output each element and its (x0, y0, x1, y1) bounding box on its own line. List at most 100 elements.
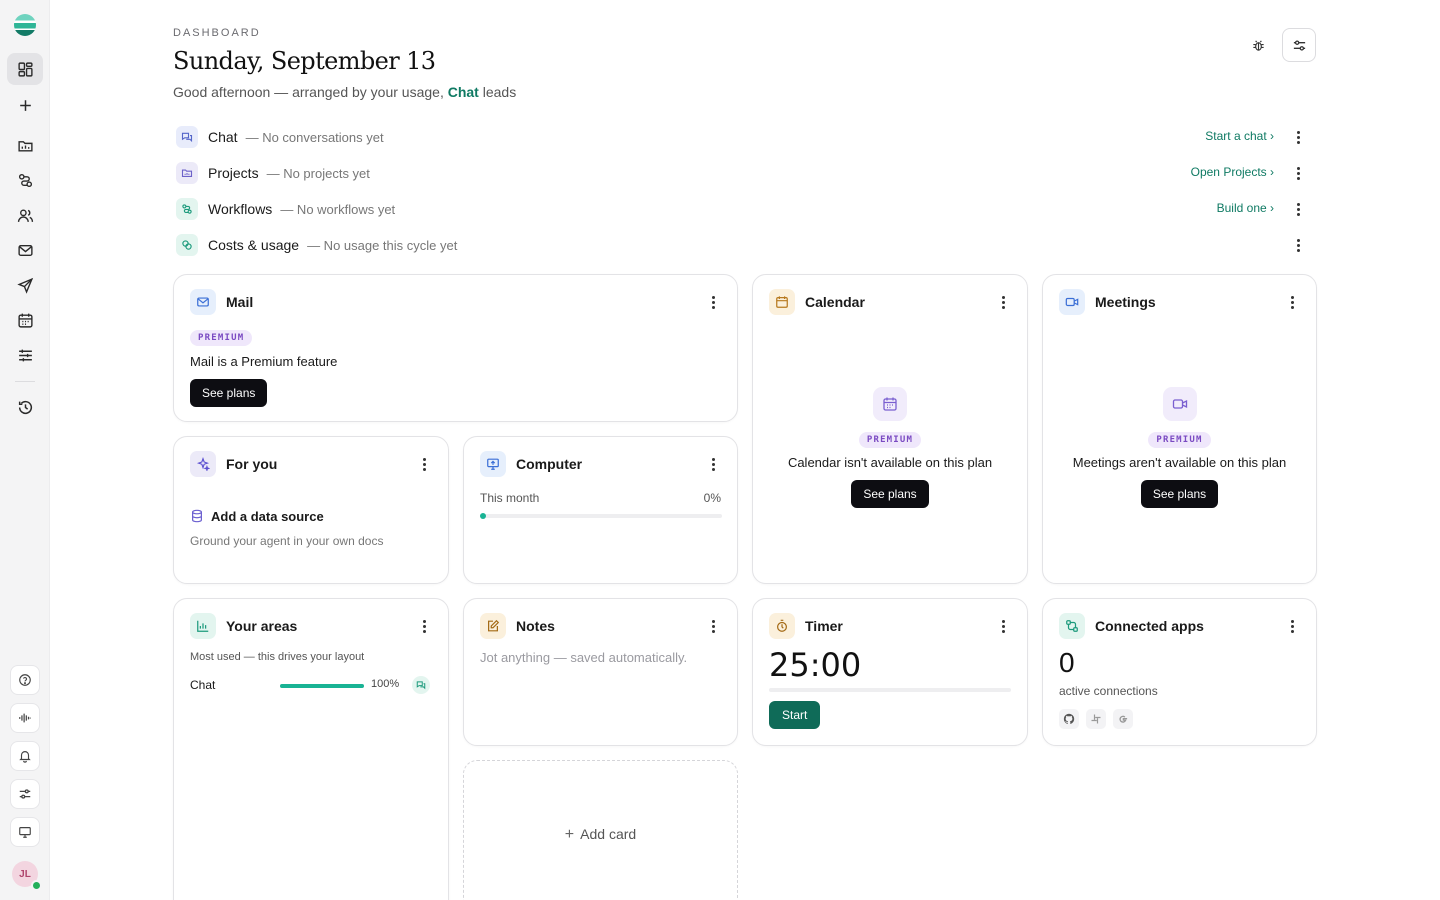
kebab-menu-icon[interactable] (1284, 293, 1300, 311)
connected-apps-card: Connected apps 0 active connections (1042, 598, 1317, 746)
bug-icon[interactable] (1241, 28, 1275, 62)
send-icon[interactable] (7, 269, 43, 301)
connections-icon (1059, 613, 1085, 639)
video-icon (1059, 289, 1085, 315)
calendar-icon[interactable] (7, 304, 43, 336)
kebab-menu-icon[interactable] (995, 293, 1011, 311)
build-workflow-link[interactable]: Build one › (1217, 201, 1274, 215)
customize-icon[interactable] (1282, 28, 1316, 62)
workflow-icon (176, 198, 198, 220)
page-eyebrow: DASHBOARD (173, 27, 261, 39)
premium-badge: PREMIUM (753, 429, 1027, 448)
database-icon (190, 509, 204, 523)
kebab-menu-icon[interactable] (1284, 617, 1300, 635)
card-title: Mail (226, 294, 254, 310)
kebab-menu-icon[interactable] (416, 455, 432, 473)
area-progress-fill (280, 684, 364, 688)
meetings-card: Meetings PREMIUM Meetings aren't availab… (1042, 274, 1317, 584)
coins-icon (176, 234, 198, 256)
history-icon[interactable] (7, 391, 43, 423)
kebab-menu-icon[interactable] (705, 455, 721, 473)
card-title: Computer (516, 456, 583, 472)
kebab-menu-icon[interactable] (1290, 200, 1306, 218)
area-progress-bar (280, 684, 364, 688)
see-plans-button[interactable]: See plans (190, 379, 268, 407)
kebab-menu-icon[interactable] (1290, 236, 1306, 254)
online-status-dot (31, 880, 42, 891)
timer-display: 25:00 (769, 646, 862, 684)
connections-count: 0 (1059, 647, 1075, 678)
workflow-icon[interactable] (7, 164, 43, 196)
mail-icon (190, 289, 216, 315)
google-icon[interactable] (1113, 709, 1133, 729)
slack-icon[interactable] (1086, 709, 1106, 729)
sparkle-icon (190, 451, 216, 477)
open-projects-link[interactable]: Open Projects › (1191, 165, 1274, 179)
meetings-unavailable-text: Meetings aren't available on this plan (1072, 455, 1287, 470)
connections-label: active connections (1059, 684, 1158, 698)
area-percent: 100% (371, 678, 400, 690)
card-title: For you (226, 456, 278, 472)
add-data-source-link[interactable]: Add a data source (211, 509, 324, 524)
sidebar: JL (0, 0, 50, 900)
edit-note-icon (480, 613, 506, 639)
start-chat-link[interactable]: Start a chat › (1205, 129, 1274, 143)
card-title: Notes (516, 618, 555, 634)
monitor-icon[interactable] (10, 817, 40, 847)
card-title: Meetings (1095, 294, 1156, 310)
plus-icon[interactable] (7, 89, 43, 121)
kebab-menu-icon[interactable] (1290, 128, 1306, 146)
users-icon[interactable] (7, 199, 43, 231)
calendar-icon (873, 387, 907, 421)
timer-card: Timer 25:00 Start (752, 598, 1028, 746)
usage-row-workflows[interactable]: Workflows — No workflows yet Build one › (176, 194, 1314, 224)
usage-progress-bar (480, 513, 722, 519)
bar-chart-icon (190, 613, 216, 639)
mail-icon[interactable] (7, 234, 43, 266)
card-title: Timer (805, 618, 843, 634)
notes-card: Notes Jot anything — saved automatically… (463, 598, 738, 746)
calendar-unavailable-text: Calendar isn't available on this plan (787, 455, 993, 470)
areas-description: Most used — this drives your layout (190, 651, 365, 663)
see-plans-button[interactable]: See plans (851, 480, 929, 508)
usage-progress-fill (480, 513, 486, 519)
notes-input[interactable]: Jot anything — saved automatically. (480, 650, 720, 665)
usage-percent: 0% (703, 491, 721, 505)
help-icon[interactable] (10, 665, 40, 695)
bell-icon[interactable] (10, 741, 40, 771)
area-name: Chat (190, 678, 216, 692)
voice-icon[interactable] (10, 703, 40, 733)
premium-badge: PREMIUM (1043, 429, 1316, 448)
dashboard-icon[interactable] (7, 53, 43, 85)
github-icon[interactable] (1059, 709, 1079, 729)
folder-icon[interactable] (7, 129, 43, 161)
start-timer-button[interactable]: Start (769, 701, 821, 729)
data-source-description: Ground your agent in your own docs (190, 534, 384, 548)
your-areas-card: Your areas Most used — this drives your … (173, 598, 449, 900)
chat-icon (176, 126, 198, 148)
app-logo[interactable] (14, 14, 36, 36)
usage-row-projects[interactable]: Projects — No projects yet Open Projects … (176, 158, 1314, 188)
kebab-menu-icon[interactable] (705, 293, 721, 311)
premium-badge: PREMIUM (190, 327, 253, 346)
kebab-menu-icon[interactable] (416, 617, 432, 635)
kebab-menu-icon[interactable] (995, 617, 1011, 635)
kebab-menu-icon[interactable] (1290, 164, 1306, 182)
for-you-card: For you Add a data source Ground your ag… (173, 436, 449, 584)
see-plans-button[interactable]: See plans (1140, 480, 1219, 508)
usage-period-label: This month (480, 491, 540, 505)
plus-icon: + (564, 826, 575, 843)
sliders-icon[interactable] (7, 339, 43, 371)
usage-row-costs[interactable]: Costs & usage — No usage this cycle yet (176, 230, 1314, 260)
add-card-button[interactable]: + Add card (463, 760, 738, 900)
page-subtitle: Good afternoon — arranged by your usage,… (173, 84, 517, 100)
card-title: Your areas (226, 618, 298, 634)
video-icon (1163, 387, 1197, 421)
usage-row-chat[interactable]: Chat — No conversations yet Start a chat … (176, 122, 1314, 152)
kebab-menu-icon[interactable] (705, 617, 721, 635)
card-title: Connected apps (1095, 618, 1204, 634)
chat-icon (412, 676, 430, 694)
page-title: Sunday, September 13 (173, 47, 436, 75)
monitor-icon (480, 451, 506, 477)
settings-sliders-icon[interactable] (10, 779, 40, 809)
